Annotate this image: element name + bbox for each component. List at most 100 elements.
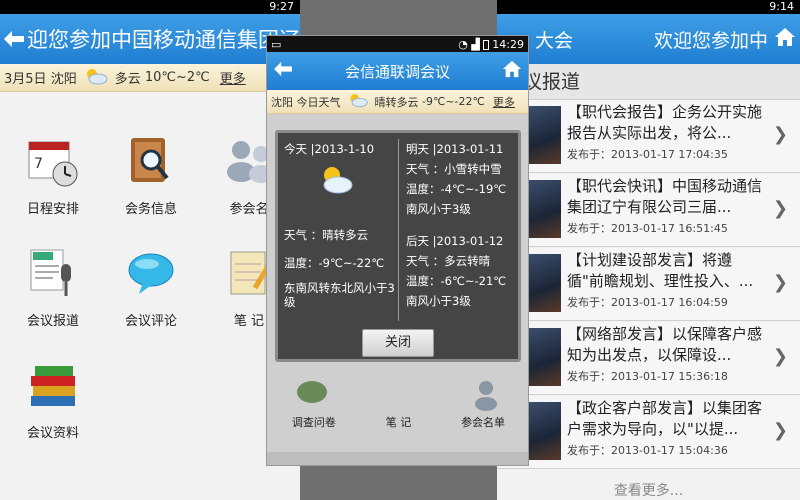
- news-thumbnail: [525, 106, 561, 164]
- status-time: 14:29: [492, 37, 524, 51]
- svg-text:7: 7: [34, 156, 43, 172]
- grid-item-label: 会议报道: [26, 314, 79, 329]
- grid-item-label: 会议评论: [124, 314, 177, 329]
- grid-item-meeting-info[interactable]: 会务信息: [106, 132, 196, 217]
- grid-item-label: 日程安排: [26, 202, 79, 217]
- grid-item-survey[interactable]: 调查问卷: [292, 414, 336, 430]
- news-thumbnail: [525, 180, 561, 238]
- load-more-link[interactable]: 查看更多...: [497, 480, 800, 500]
- page-title: 欢迎您参加中: [653, 29, 768, 52]
- weather-temp: -9℃~-22℃: [422, 95, 485, 108]
- right-phone-screen: 9:14 大会 欢迎您参加中 议报道 【职代会报告】企务公开实施报告从实际出发，…: [497, 0, 800, 500]
- status-bar: ▭ ◔ ▟ 14:29: [267, 36, 528, 52]
- news-list-item[interactable]: 【政企客户部发言】以集团客户需求为导向，以"以提... 发布于：2013-01-…: [497, 396, 800, 469]
- screenshot-stage: 9:27 迎您参加中国移动通信集团辽 3月5日 沈阳 多云 10℃~2℃ 更多 …: [0, 0, 800, 500]
- bottom-edge: [267, 452, 528, 465]
- title-bar: 会信通联调会议: [267, 52, 528, 90]
- center-phone-screen: ▭ ◔ ▟ 14:29 会信通联调会议 沈阳 今日天气 晴转多云 -9℃~-22…: [266, 35, 529, 466]
- grid-item-news[interactable]: 会议报道: [8, 244, 98, 329]
- weather-forecast-dialog: 今天 |2013-1-10 天气 ：晴转多云 温度：-9℃~-22℃ 东南风转东…: [275, 130, 521, 362]
- weather-label: 今日天气: [296, 95, 341, 109]
- grid-item-label: 会议资料: [26, 426, 79, 441]
- news-microphone-icon: [23, 244, 83, 304]
- news-list-item[interactable]: 【职代会报告】企务公开实施报告从实际出发，将公... 发布于：2013-01-1…: [497, 100, 800, 173]
- section-header: 议报道: [497, 64, 800, 100]
- news-title: 【政企客户部发言】以集团客户需求为导向，以"以提...: [567, 399, 763, 438]
- news-thumbnail: [525, 328, 561, 386]
- people-icon: [466, 374, 506, 414]
- grid-item-notes[interactable]: 笔 记: [386, 414, 412, 430]
- news-thumbnail: [525, 254, 561, 312]
- forecast-temp: 温度：-6℃~-21℃: [406, 274, 507, 288]
- news-title: 【职代会报告】企务公开实施报告从实际出发，将公...: [567, 103, 763, 142]
- weather-bar[interactable]: 3月5日 沈阳 多云 10℃~2℃ 更多: [0, 64, 300, 92]
- grid-item-label: 会务信息: [124, 202, 177, 217]
- back-arrow-icon[interactable]: [273, 61, 293, 81]
- partly-cloudy-icon: [347, 92, 369, 111]
- grid-item-attendee-list[interactable]: 参会名单: [461, 414, 505, 430]
- book-search-icon: [121, 132, 181, 192]
- wifi-icon: ◔: [458, 37, 468, 51]
- signal-icon: ▟: [471, 37, 480, 51]
- chevron-right-icon: ❯: [772, 272, 788, 293]
- forecast-header: 后天 |2013-01-12: [406, 234, 504, 248]
- forecast-tomorrow: 明天 |2013-01-11 天气 ：小雪转中雪 温度：-4℃~-19℃ 南风小…: [406, 139, 518, 311]
- chevron-right-icon: ❯: [772, 198, 788, 219]
- grid-item-schedule[interactable]: 7 日程安排: [8, 132, 98, 217]
- news-title: 【计划建设部发言】将遵循"前瞻规划、理性投入、...: [567, 251, 754, 290]
- weather-condition: 晴转多云: [374, 95, 419, 109]
- status-time: 9:14: [769, 0, 794, 13]
- home-icon[interactable]: [774, 26, 796, 53]
- forecast-weather: 天气 ：小雪转中雪: [406, 162, 502, 176]
- partly-cloudy-icon: [284, 159, 396, 211]
- status-bar: 9:14: [497, 0, 800, 14]
- forecast-wind: 南风小于3级: [406, 202, 471, 216]
- weather-bar[interactable]: 沈阳 今日天气 晴转多云 -9℃~-22℃ 更多: [267, 90, 528, 114]
- news-list-item[interactable]: 【计划建设部发言】将遵循"前瞻规划、理性投入、... 发布于：2013-01-1…: [497, 248, 800, 321]
- news-date: 发布于：2013-01-17 15:36:18: [567, 370, 728, 383]
- news-date: 发布于：2013-01-17 15:04:36: [567, 444, 728, 457]
- books-stack-icon: [23, 356, 83, 416]
- forecast-weather: 天气 ：晴转多云: [284, 228, 369, 242]
- bottom-labels: 调查问卷 笔 记 参会名单: [267, 414, 528, 430]
- weather-city: 沈阳: [271, 95, 293, 109]
- battery-icon: [483, 39, 490, 50]
- background-grid-item: [277, 374, 347, 418]
- home-icon[interactable]: [502, 59, 522, 83]
- chevron-right-icon: ❯: [772, 346, 788, 367]
- status-time: 9:27: [269, 0, 294, 13]
- forecast-header: 明天 |2013-01-11: [406, 142, 504, 156]
- news-list-item[interactable]: 【职代会快讯】中国移动通信集团辽宁有限公司三届... 发布于：2013-01-1…: [497, 174, 800, 247]
- page-title: 会信通联调会议: [344, 62, 450, 81]
- weather-date: 3月5日: [4, 72, 47, 87]
- speech-bubble-icon: [121, 244, 181, 304]
- weather-more-link[interactable]: 更多: [220, 68, 246, 87]
- weather-more-link[interactable]: 更多: [493, 94, 515, 110]
- status-notification-icon: ▭: [271, 37, 282, 51]
- speech-bubble-icon: [292, 374, 332, 414]
- forecast-header: 今天 |2013-1-10: [284, 142, 375, 156]
- back-arrow-icon[interactable]: [0, 30, 27, 48]
- grid-item-comments[interactable]: 会议评论: [106, 244, 196, 329]
- forecast-temp: 温度：-9℃~-22℃: [284, 256, 385, 270]
- news-title: 【网络部发言】以保障客户感知为出发点，以保障设...: [567, 325, 763, 364]
- forecast-today: 今天 |2013-1-10 天气 ：晴转多云 温度：-9℃~-22℃ 东南风转东…: [284, 139, 396, 309]
- forecast-wind: 东南风转东北风小于3级: [284, 281, 395, 309]
- news-date: 发布于：2013-01-17 17:04:35: [567, 148, 728, 161]
- title-bar: 迎您参加中国移动通信集团辽: [0, 14, 300, 64]
- left-phone-screen: 9:27 迎您参加中国移动通信集团辽 3月5日 沈阳 多云 10℃~2℃ 更多 …: [0, 0, 300, 500]
- page-title: 迎您参加中国移动通信集团辽: [27, 28, 300, 52]
- grid-item-materials[interactable]: 会议资料: [8, 356, 98, 441]
- calendar-clock-icon: 7: [23, 132, 83, 192]
- forecast-weather: 天气 ：多云转晴: [406, 254, 491, 268]
- news-thumbnail: [525, 402, 561, 460]
- weather-temp: 10℃~2℃: [144, 70, 210, 85]
- chevron-right-icon: ❯: [772, 124, 788, 145]
- news-list-item[interactable]: 【网络部发言】以保障客户感知为出发点，以保障设... 发布于：2013-01-1…: [497, 322, 800, 395]
- partly-cloudy-icon: [83, 67, 109, 89]
- news-title: 【职代会快讯】中国移动通信集团辽宁有限公司三届...: [567, 177, 763, 216]
- dialog-divider: [398, 139, 399, 321]
- chevron-right-icon: ❯: [772, 420, 788, 441]
- forecast-wind: 南风小于3级: [406, 294, 471, 308]
- close-button[interactable]: 关闭: [362, 329, 434, 357]
